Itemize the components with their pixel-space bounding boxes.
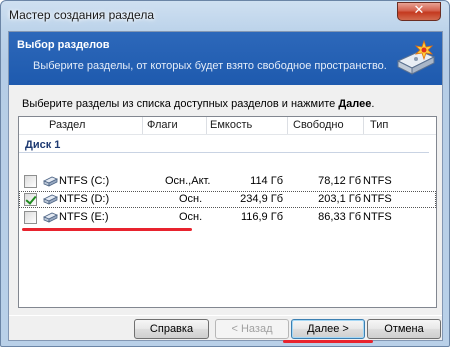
partition-checkbox[interactable] (24, 211, 37, 224)
partition-free: 203,1 Гб (318, 193, 361, 205)
disk-group-label: Диск 1 (25, 139, 61, 151)
disk-icon (43, 176, 58, 187)
button-bar-divider (9, 315, 442, 316)
disk-icon (43, 212, 58, 223)
partition-list[interactable]: Раздел Флаги Емкость Свободно Тип Диск 1 (18, 116, 437, 308)
close-icon: ✕ (413, 3, 425, 18)
wizard-content: Выбор разделов Выберите разделы, от кото… (8, 31, 443, 343)
cancel-button[interactable]: Отмена (367, 319, 441, 339)
partition-flags: Осн. (179, 211, 203, 223)
partition-name: NTFS (C:) (59, 175, 110, 187)
back-button[interactable]: < Назад (215, 319, 289, 339)
partition-free: 78,12 Гб (318, 175, 361, 187)
next-highlight-underline (283, 340, 373, 343)
column-header-free[interactable]: Свободно (293, 119, 344, 135)
partition-flags: Осн.,Акт. (165, 175, 211, 187)
disk-icon (43, 194, 58, 205)
partition-flags: Осн. (179, 193, 203, 205)
partition-wizard-icon (396, 39, 436, 75)
column-header-partition[interactable]: Раздел (49, 119, 85, 135)
table-row[interactable]: NTFS (E:) Осн. 116,9 Гб 86,33 Гб NTFS (19, 209, 436, 226)
table-row[interactable]: NTFS (C:) Осн.,Акт. 114 Гб 78,12 Гб NTFS (19, 173, 436, 190)
column-divider[interactable] (206, 117, 207, 134)
column-header-capacity[interactable]: Емкость (210, 119, 252, 135)
window-title: Мастер создания раздела (9, 8, 155, 22)
help-button[interactable]: Справка (134, 319, 209, 339)
next-button[interactable]: Далее > (291, 319, 365, 339)
instruction-text: Выберите разделы из списка доступных раз… (22, 98, 375, 110)
highlight-underline (22, 228, 192, 231)
close-button[interactable]: ✕ (397, 2, 441, 21)
wizard-window: Мастер создания раздела ✕ Выбор разделов… (0, 0, 450, 347)
partition-name: NTFS (E:) (59, 211, 109, 223)
partition-free: 86,33 Гб (318, 211, 361, 223)
partition-type: NTFS (363, 211, 392, 223)
partition-type: NTFS (363, 193, 392, 205)
instruction-next-bold: Далее (338, 98, 372, 110)
column-header-flags[interactable]: Флаги (147, 119, 178, 135)
table-row-selected[interactable]: NTFS (D:) Осн. 234,9 Гб 203,1 Гб NTFS (19, 191, 436, 208)
partition-capacity: 116,9 Гб (240, 211, 283, 223)
partition-checkbox[interactable] (24, 175, 37, 188)
partition-type: NTFS (363, 175, 392, 187)
wizard-header: Выбор разделов Выберите разделы, от кото… (9, 32, 442, 85)
column-header-type[interactable]: Тип (370, 119, 388, 135)
partition-checkbox-checked[interactable] (24, 193, 37, 206)
group-divider (19, 152, 429, 153)
page-subtitle: Выберите разделы, от которых будет взято… (33, 60, 387, 72)
partition-name: NTFS (D:) (59, 193, 110, 205)
column-divider[interactable] (287, 117, 288, 134)
column-divider[interactable] (363, 117, 364, 134)
list-header: Раздел Флаги Емкость Свободно Тип (19, 117, 436, 135)
column-divider[interactable] (142, 117, 143, 134)
partition-capacity: 114 Гб (250, 175, 283, 187)
partition-capacity: 234,9 Гб (240, 193, 283, 205)
page-title: Выбор разделов (17, 39, 110, 51)
title-bar[interactable]: Мастер создания раздела ✕ (1, 1, 449, 31)
